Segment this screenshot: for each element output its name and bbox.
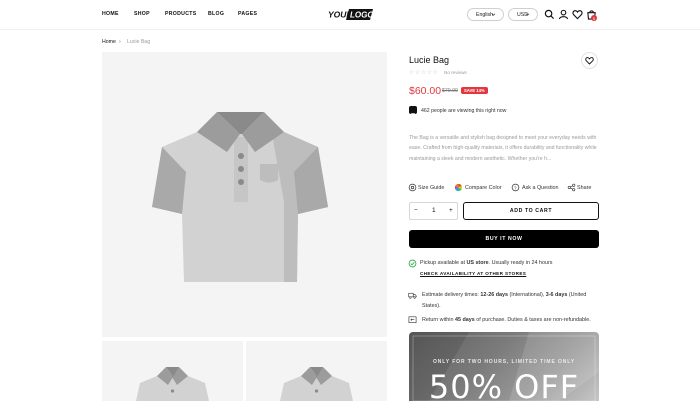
current-price: $60.00 bbox=[409, 85, 442, 97]
quantity-stepper: − 1 + bbox=[409, 202, 458, 220]
promo-banner[interactable]: ONLY FOR TWO HOURS, LIMITED TIME ONLY 50… bbox=[409, 332, 599, 401]
svg-text:?: ? bbox=[514, 185, 517, 190]
returns-days: 45 days bbox=[454, 317, 475, 323]
promo-headline: 50% OFF bbox=[428, 368, 580, 401]
ask-question-link[interactable]: Ask a Question bbox=[522, 185, 559, 191]
cart-count-badge: 0 bbox=[591, 15, 597, 21]
delivery-text: Estimate delivery times: 12-26 days (Int… bbox=[422, 292, 586, 298]
nav-blog[interactable]: BLOG bbox=[208, 11, 224, 17]
site-header: HOME SHOP PRODUCTS BLOG PAGES YOUR LOGO … bbox=[0, 0, 700, 30]
pickup-suffix: . Usually ready in 24 hours bbox=[488, 260, 553, 266]
logo-text-logo: LOGO bbox=[350, 11, 374, 20]
returns-suffix: of purchase. Duties & taxes are non-refu… bbox=[474, 317, 591, 323]
shirt-image bbox=[152, 112, 328, 282]
share-link[interactable]: Share bbox=[577, 185, 591, 191]
quantity-increase-button[interactable]: + bbox=[449, 207, 453, 214]
compare-price: $70.00 bbox=[442, 88, 458, 94]
delivery-us-label: (United bbox=[567, 292, 587, 298]
share-icon bbox=[567, 183, 576, 192]
promo-subtitle: ONLY FOR TWO HOURS, LIMITED TIME ONLY bbox=[432, 359, 575, 365]
compare-color-link[interactable]: Compare Color bbox=[465, 185, 502, 191]
live-viewers-text: 462 people are viewing this right now bbox=[421, 108, 507, 114]
chevron-down-icon bbox=[525, 13, 530, 16]
wishlist-icon[interactable] bbox=[572, 9, 583, 20]
nav-shop[interactable]: SHOP bbox=[134, 11, 150, 17]
delivery-intl-label: (International), bbox=[508, 292, 546, 298]
breadcrumb-current: Lucie Bag bbox=[127, 39, 151, 45]
return-box-icon bbox=[408, 316, 417, 323]
nav-pages[interactable]: PAGES bbox=[238, 11, 257, 17]
breadcrumb-separator: › bbox=[119, 39, 121, 45]
nav-products[interactable]: PRODUCTS bbox=[165, 11, 197, 17]
language-selector[interactable]: English bbox=[467, 8, 504, 21]
check-circle-icon bbox=[408, 259, 417, 268]
check-availability-link[interactable]: CHECK AVAILABILITY AT OTHER STORES bbox=[420, 271, 526, 276]
eye-icon bbox=[409, 106, 417, 117]
shirt-thumbnail-image bbox=[136, 367, 209, 401]
delivery-prefix: Estimate delivery times: bbox=[422, 292, 481, 298]
thumbnail-2[interactable] bbox=[246, 341, 387, 401]
thumbnail-1[interactable] bbox=[102, 341, 243, 401]
heart-icon bbox=[585, 57, 594, 65]
color-wheel-icon bbox=[454, 183, 463, 192]
returns-prefix: Return within bbox=[422, 317, 455, 323]
delivery-us-label-line2: States). bbox=[422, 303, 441, 309]
nav-home[interactable]: HOME bbox=[102, 11, 119, 17]
add-to-cart-button[interactable]: ADD TO CART bbox=[463, 202, 599, 220]
question-icon: ? bbox=[511, 183, 520, 192]
pickup-prefix: Pickup available at bbox=[420, 260, 467, 266]
pickup-text: Pickup available at US store. Usually re… bbox=[420, 260, 552, 266]
truck-icon bbox=[408, 292, 417, 299]
product-title: Lucie Bag bbox=[409, 55, 450, 65]
returns-text: Return within 45 days of purchase. Dutie… bbox=[422, 317, 591, 323]
quantity-decrease-button[interactable]: − bbox=[414, 207, 418, 214]
buy-now-button[interactable]: BUY IT NOW bbox=[409, 230, 599, 248]
add-to-wishlist-button[interactable] bbox=[581, 52, 598, 69]
chevron-down-icon bbox=[491, 13, 496, 16]
product-main-image[interactable] bbox=[102, 52, 387, 337]
site-logo[interactable]: YOUR LOGO bbox=[327, 8, 374, 21]
delivery-intl-days: 12-26 days bbox=[480, 292, 508, 298]
save-badge: SAVE 14% bbox=[461, 87, 488, 94]
ruler-icon bbox=[408, 183, 417, 192]
pickup-store: US store bbox=[466, 260, 489, 266]
account-icon[interactable] bbox=[558, 9, 569, 20]
currency-selector[interactable]: USD bbox=[508, 8, 538, 21]
shirt-thumbnail-image bbox=[280, 367, 353, 401]
breadcrumb-home[interactable]: Home bbox=[102, 39, 116, 45]
search-icon[interactable] bbox=[544, 9, 555, 20]
product-description: The Bag is a versatile and stylish bag d… bbox=[409, 135, 597, 162]
size-guide-link[interactable]: Size Guide bbox=[418, 185, 444, 191]
delivery-us-days: 3-6 days bbox=[545, 292, 568, 298]
rating-stars: ☆☆☆☆☆ bbox=[409, 70, 439, 76]
quantity-input[interactable]: 1 bbox=[432, 207, 436, 214]
reviews-count[interactable]: No reviews bbox=[444, 70, 467, 75]
